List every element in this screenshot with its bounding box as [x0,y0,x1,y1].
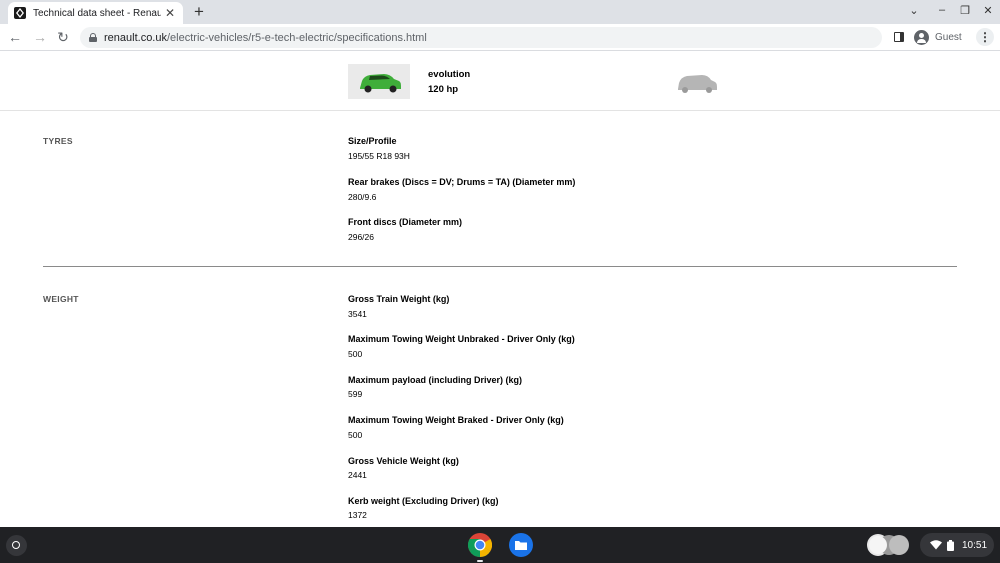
holding-space-icon[interactable] [865,534,913,556]
url-text: renault.co.uk/electric-vehicles/r5-e-tec… [104,32,427,44]
spec-label: Kerb weight (Excluding Driver) (kg) [348,496,499,506]
spec-label: Rear brakes (Discs = DV; Drums = TA) (Di… [348,177,576,187]
spec-label: Gross Train Weight (kg) [348,294,450,304]
renault-logo-icon [14,7,26,19]
car-thumbnail [348,64,410,99]
spec-value: 3541 [348,309,367,319]
section-divider [43,266,957,267]
battery-icon [947,539,954,551]
url-path: /electric-vehicles/r5-e-tech-electric/sp… [166,31,427,44]
spec-label: Front discs (Diameter mm) [348,217,463,227]
spec-label: Maximum Towing Weight Braked - Driver On… [348,415,564,425]
car-placeholder-icon[interactable] [676,71,718,95]
files-icon[interactable] [509,533,533,557]
spec-label: Size/Profile [348,136,397,146]
close-window-icon[interactable]: ✕ [980,4,996,17]
spec-value: 2441 [348,470,367,480]
spec-label: Maximum payload (including Driver) (kg) [348,375,523,385]
version-compare-bar: evolution 120 hp [0,52,1000,111]
restore-icon[interactable]: ❐ [957,4,973,17]
section-title-tyres: TYRES [43,136,73,146]
browser-window: Technical data sheet - Renault 5 ✕ + ⌄ –… [0,0,1000,563]
browser-toolbar: ← → ↻ renault.co.uk/electric-vehicles/r5… [0,24,1000,51]
spec-value: 599 [348,389,363,399]
address-bar[interactable]: renault.co.uk/electric-vehicles/r5-e-tec… [80,27,882,48]
lock-icon [89,33,97,42]
more-vert-icon[interactable]: ⋮ [976,28,994,46]
avatar-icon [914,30,929,45]
plus-icon[interactable]: + [190,3,208,21]
section-title-weight: WEIGHT [43,294,79,304]
spec-value: 280/9.6 [348,192,377,202]
profile-button[interactable]: Guest [914,28,962,47]
close-icon[interactable]: ✕ [163,6,177,20]
spec-value: 500 [348,349,363,359]
spec-label: Gross Vehicle Weight (kg) [348,456,459,466]
profile-label: Guest [935,32,962,43]
side-panel-icon[interactable] [894,32,904,42]
status-tray[interactable]: 10:51 [920,533,994,557]
wifi-icon [930,540,942,550]
clock-time: 10:51 [962,539,988,551]
system-shelf: 10:51 [0,527,1000,563]
reload-icon[interactable]: ↻ [54,28,72,46]
spec-value: 296/26 [348,232,374,242]
launcher-icon[interactable] [6,535,27,556]
chevron-down-icon[interactable]: ⌄ [906,4,922,17]
tab-strip: Technical data sheet - Renault 5 ✕ + ⌄ –… [0,0,1000,24]
tab-title: Technical data sheet - Renault 5 [33,7,161,19]
minimize-icon[interactable]: – [934,4,950,16]
spec-value: 1372 [348,510,367,520]
url-host: renault.co.uk [104,31,167,44]
tab-active[interactable]: Technical data sheet - Renault 5 ✕ [8,2,183,24]
chrome-icon[interactable] [467,533,493,558]
running-indicator [477,560,483,562]
version-power: 120 hp [428,84,459,95]
back-icon[interactable]: ← [6,28,24,46]
spec-value: 195/55 R18 93H [348,151,410,161]
version-name: evolution [428,69,471,80]
spec-label: Maximum Towing Weight Unbraked - Driver … [348,334,575,344]
page-content: evolution 120 hp TYRES Size/Profile 195/… [0,52,1000,527]
forward-icon[interactable]: → [31,28,49,46]
spec-value: 500 [348,430,363,440]
